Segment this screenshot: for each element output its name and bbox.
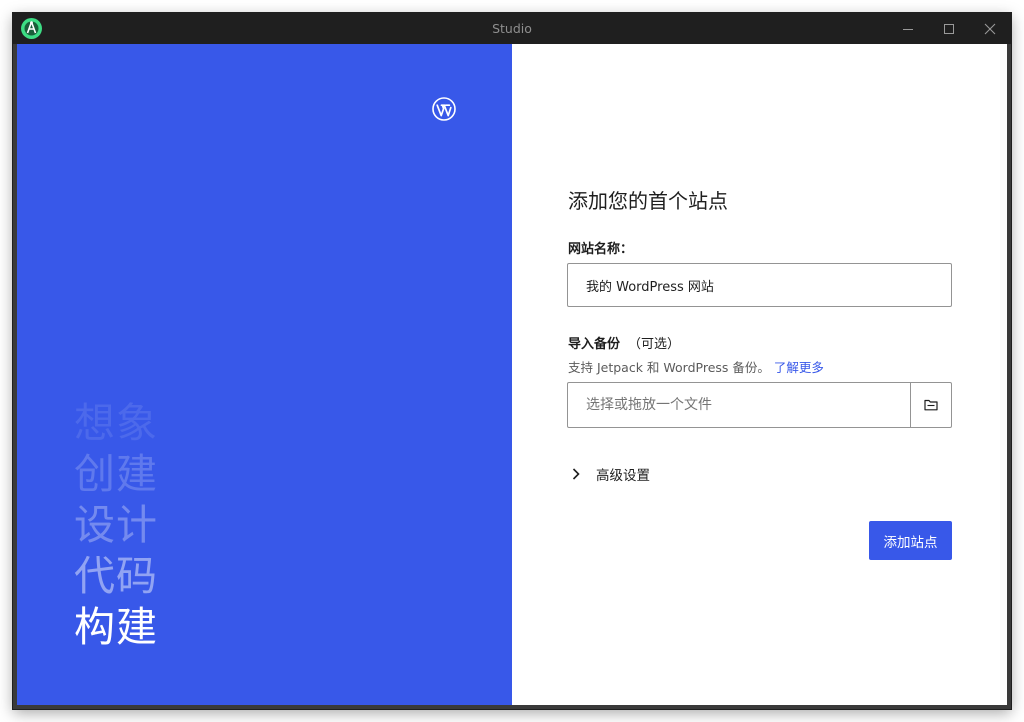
title-bar[interactable]: Studio: [13, 13, 1011, 44]
learn-more-link[interactable]: 了解更多: [774, 360, 824, 375]
close-icon: [984, 23, 996, 34]
advanced-settings-label: 高级设置: [596, 468, 650, 484]
minimize-button[interactable]: [888, 13, 928, 44]
site-name-label: 网站名称：: [568, 242, 634, 257]
tagline-word: 设计: [74, 501, 158, 549]
tagline-list: 想象 创建 设计 代码 构建: [74, 398, 158, 653]
tagline-word: 想象: [74, 399, 158, 447]
tagline-word: 代码: [74, 552, 158, 600]
minimize-icon: [903, 28, 913, 30]
page-title: 添加您的首个站点: [568, 189, 728, 213]
add-site-form-panel: 添加您的首个站点 网站名称： 导入备份 （可选） 支持 Jetpack 和 Wor…: [512, 44, 1007, 705]
tagline-word: 创建: [74, 450, 158, 498]
maximize-button[interactable]: [929, 13, 969, 44]
window-border-bottom: [13, 705, 1011, 709]
onboarding-hero-panel: 想象 创建 设计 代码 构建: [17, 44, 512, 705]
import-helper-text: 支持 Jetpack 和 WordPress 备份。 了解更多: [568, 357, 824, 376]
browse-file-button[interactable]: [910, 383, 951, 427]
window-title: Studio: [492, 21, 532, 36]
add-site-button[interactable]: 添加站点: [869, 521, 952, 560]
close-button[interactable]: [970, 13, 1010, 44]
wordpress-logo-icon: [432, 97, 456, 121]
backup-file-dropzone[interactable]: 选择或拖放一个文件: [567, 382, 952, 428]
window-border-right: [1007, 44, 1011, 709]
maximize-icon: [944, 23, 954, 34]
advanced-settings-toggle[interactable]: 高级设置: [572, 464, 650, 484]
import-backup-label: 导入备份 （可选）: [568, 333, 680, 352]
import-backup-label-text: 导入备份: [568, 337, 621, 352]
chevron-right-icon: [572, 468, 580, 480]
optional-label: （可选）: [628, 337, 681, 352]
import-helper-description: 支持 Jetpack 和 WordPress 备份。: [568, 360, 770, 375]
site-name-input[interactable]: [567, 263, 952, 307]
folder-icon: [924, 399, 938, 411]
app-window: Studio 想象 创建 设计 代码 构建 添加您的首个站点 网站名称： 我的 …: [13, 13, 1011, 709]
tagline-word-active: 构建: [74, 603, 158, 651]
file-placeholder: 选择或拖放一个文件: [586, 397, 712, 413]
